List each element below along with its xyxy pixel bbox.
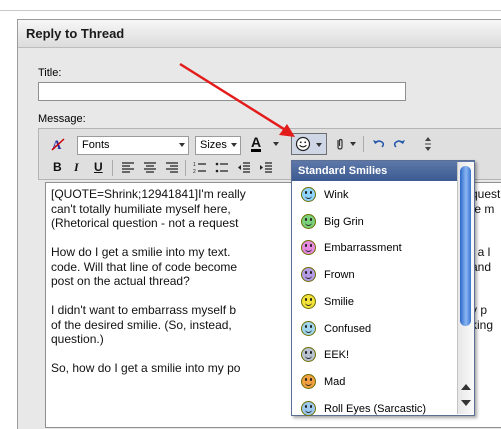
attachment-icon[interactable]	[333, 137, 347, 151]
scroll-up-arrow-icon[interactable]	[461, 384, 471, 390]
resize-editor-icon[interactable]	[423, 136, 433, 152]
smilie-label: Roll Eyes (Sarcastic)	[324, 402, 427, 415]
smilie-label: Embarrassment	[324, 242, 402, 255]
chevron-down-icon[interactable]	[272, 140, 280, 148]
toolbar-divider	[363, 136, 364, 152]
smilie-label: Big Grin	[324, 215, 364, 228]
smilie-menu-item[interactable]: EEK!	[292, 343, 460, 369]
toolbar-divider	[185, 160, 186, 176]
size-select[interactable]: Sizes	[195, 136, 241, 155]
smilie-label: Smilie	[324, 295, 354, 308]
scroll-down-arrow-icon[interactable]	[461, 400, 471, 406]
page-top-border	[0, 0, 501, 11]
align-left-icon[interactable]	[121, 161, 135, 175]
smilie-menu-item[interactable]: Embarrassment	[292, 236, 460, 262]
svg-text:2: 2	[193, 169, 196, 175]
message-label: Message:	[38, 113, 86, 125]
numbered-list-icon[interactable]: 12	[193, 161, 207, 175]
smilies-menu-header: Standard Smilies	[292, 161, 474, 181]
chevron-down-icon	[179, 143, 185, 147]
outdent-icon[interactable]	[237, 161, 251, 175]
align-right-icon[interactable]	[165, 161, 179, 175]
frown-smiley-icon	[301, 267, 316, 283]
undo-icon[interactable]	[372, 137, 386, 151]
text-color-button[interactable]: A	[251, 135, 262, 152]
smilie-label: Frown	[324, 269, 355, 282]
title-input[interactable]	[38, 82, 406, 101]
font-select[interactable]: Fonts	[77, 136, 189, 155]
toolbar-divider	[112, 160, 113, 176]
smilie-menu-item[interactable]: Roll Eyes (Sarcastic)	[292, 397, 460, 423]
indent-icon[interactable]	[259, 161, 273, 175]
align-center-icon[interactable]	[143, 161, 157, 175]
smilie-icon	[301, 293, 316, 309]
insert-smilie-button[interactable]	[291, 133, 327, 155]
smilie-label: Mad	[324, 375, 346, 388]
bullet-list-icon[interactable]	[215, 161, 229, 175]
editor-text-fragment: quest	[471, 187, 501, 201]
smilies-scrollbar[interactable]	[457, 162, 474, 414]
font-select-value: Fonts	[82, 139, 110, 151]
smiley-icon	[295, 136, 311, 152]
title-label: Title:	[38, 67, 62, 79]
svg-text:1: 1	[193, 162, 196, 168]
roll-eyes-smiley-icon	[301, 400, 316, 416]
smilie-menu-item[interactable]: Frown	[292, 263, 460, 289]
scrollbar-thumb[interactable]	[460, 166, 471, 326]
wink-smiley-icon	[301, 187, 316, 202]
remove-formatting-icon[interactable]: A	[51, 137, 65, 151]
panel-title: Reply to Thread	[26, 26, 125, 41]
smilies-menu-title: Standard Smilies	[298, 165, 388, 177]
smilie-menu-item[interactable]: Confused	[292, 317, 460, 343]
smilies-dropdown: Standard Smilies Wink Big Grin Embarrassme…	[291, 160, 475, 416]
smilie-menu-item[interactable]: Wink	[292, 183, 460, 209]
chevron-down-icon[interactable]	[349, 140, 357, 148]
smilie-menu-item[interactable]: Mad	[292, 370, 460, 396]
chevron-down-icon	[231, 143, 237, 147]
size-select-value: Sizes	[200, 139, 227, 151]
underline-button[interactable]: U	[94, 159, 103, 175]
smilie-menu-item[interactable]: Smilie	[292, 290, 460, 316]
smilie-label: EEK!	[324, 349, 350, 362]
panel-header: Reply to Thread	[18, 20, 501, 48]
italic-button[interactable]: I	[74, 159, 79, 175]
eek-smiley-icon	[301, 347, 316, 363]
smilie-label: Confused	[324, 322, 372, 335]
redo-icon[interactable]	[392, 137, 406, 151]
chevron-down-icon	[316, 143, 322, 147]
smilie-label: Wink	[324, 189, 349, 201]
embarrassment-smiley-icon	[301, 240, 316, 256]
bold-button[interactable]: B	[53, 159, 62, 175]
confused-smiley-icon	[301, 320, 316, 336]
smilie-menu-item[interactable]: Big Grin	[292, 210, 460, 236]
mad-smiley-icon	[301, 373, 316, 389]
big-grin-smiley-icon	[301, 213, 316, 229]
